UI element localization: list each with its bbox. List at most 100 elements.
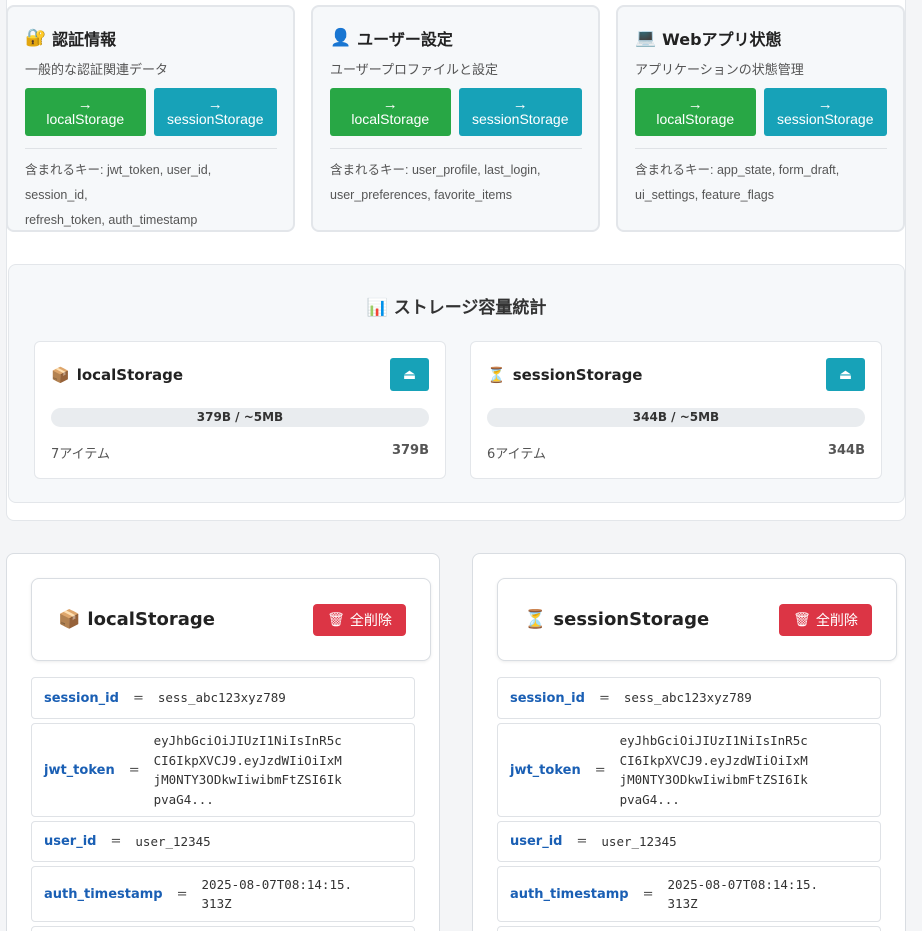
entry-value: eyJhbGciOiJIUzI1NiIsInR5c CI6IkpXVCJ9.ey… — [153, 733, 342, 807]
arrow-right-icon: → — [687, 96, 703, 113]
panel-header: 📦 localStorage 🗑 全削除 — [31, 578, 431, 661]
category-card-user: 👤 ユーザー設定 ユーザープロファイルと設定 → localStorage → … — [311, 5, 600, 232]
arrow-right-icon: → — [382, 96, 398, 113]
keys-line-2: ui_settings, feature_flags — [635, 188, 774, 202]
category-subtitle: アプリケーションの状態管理 — [635, 63, 804, 78]
user-icon: 👤 — [330, 28, 352, 48]
stat-name: ⏳ sessionStorage — [487, 366, 642, 384]
entry-value: user_12345 — [135, 833, 211, 849]
keys-prefix: 含まれるキー: — [330, 163, 412, 177]
storage-entry[interactable] — [31, 926, 415, 931]
storage-entry[interactable]: user_id = user_12345 — [31, 821, 415, 862]
item-count: 7アイテム — [51, 447, 110, 462]
divider — [330, 148, 582, 149]
panel-header: ⏳ sessionStorage 🗑 全削除 — [497, 578, 897, 661]
arrow-right-icon: → — [207, 96, 223, 113]
keys-line-2: user_preferences, favorite_items — [330, 188, 513, 202]
entry-value: sess_abc123xyz789 — [157, 690, 286, 706]
panel-title: ⏳ sessionStorage — [524, 609, 709, 630]
clear-all-label: 全削除 — [815, 613, 858, 629]
category-subtitle: ユーザープロファイルと設定 — [330, 63, 498, 78]
trash-icon: 🗑 — [793, 612, 811, 628]
box-icon: 📦 — [58, 609, 81, 630]
top-section: 🔐 認証情報 一般的な認証関連データ → localStorage → sess… — [6, 0, 906, 521]
stat-name-text: localStorage — [76, 366, 183, 384]
entry-value: user_12345 — [601, 833, 677, 849]
keys-prefix: 含まれるキー: — [635, 163, 717, 177]
storage-entry[interactable]: auth_timestamp = 2025-08-07T08:14:15. 31… — [497, 866, 881, 922]
storage-entry[interactable] — [497, 926, 881, 931]
category-keys: 含まれるキー: user_profile, last_login, user_p… — [330, 158, 582, 208]
move-to-localstorage-button[interactable]: → localStorage — [25, 88, 146, 136]
item-count: 6アイテム — [487, 447, 546, 462]
storage-entry[interactable]: auth_timestamp = 2025-08-07T08:14:15. 31… — [31, 866, 415, 922]
storage-entry[interactable]: user_id = user_12345 — [497, 821, 881, 862]
move-to-sessionstorage-button[interactable]: → sessionStorage — [153, 88, 277, 136]
storage-entry[interactable]: jwt_token = eyJhbGciOiJIUzI1NiIsInR5c CI… — [497, 723, 881, 817]
button-label: localStorage — [351, 111, 430, 127]
arrow-right-icon: → — [817, 96, 833, 113]
entry-equals: = — [176, 886, 188, 902]
category-card-webapp: 💻 Webアプリ状態 アプリケーションの状態管理 → localStorage … — [616, 5, 905, 232]
stat-name-text: sessionStorage — [512, 366, 643, 384]
usage-text: 344B / ~5MB — [632, 410, 720, 424]
panel-title-text: localStorage — [87, 609, 215, 630]
storage-size: 344B — [827, 443, 865, 458]
stat-card-localstorage: 📦 localStorage ⏏ 379B / ~5MB 7アイテム 379B — [34, 341, 446, 479]
entry-key: jwt_token — [510, 762, 581, 778]
hourglass-icon: ⏳ — [487, 366, 506, 384]
storage-entry[interactable]: jwt_token = eyJhbGciOiJIUzI1NiIsInR5c CI… — [31, 723, 415, 817]
category-keys: 含まれるキー: app_state, form_draft, ui_settin… — [635, 158, 887, 208]
entry-key: user_id — [510, 834, 563, 849]
clear-all-button[interactable]: 🗑 全削除 — [313, 604, 406, 636]
button-label: sessionStorage — [471, 111, 569, 127]
clear-all-label: 全削除 — [349, 613, 392, 629]
usage-bar: 379B / ~5MB — [51, 408, 429, 427]
move-to-localstorage-button[interactable]: → localStorage — [635, 88, 756, 136]
move-to-sessionstorage-button[interactable]: → sessionStorage — [458, 88, 582, 136]
storage-size: 379B — [391, 443, 429, 458]
localstorage-panel: 📦 localStorage 🗑 全削除 session_id = sess_a… — [6, 553, 440, 931]
button-label: localStorage — [46, 111, 125, 127]
category-title: 👤 ユーザー設定 — [330, 25, 582, 51]
category-title-text: 認証情報 — [52, 30, 117, 49]
category-title: 💻 Webアプリ状態 — [635, 25, 887, 51]
button-label: sessionStorage — [776, 111, 874, 127]
panel-title-text: sessionStorage — [553, 609, 710, 630]
category-title: 🔐 認証情報 — [25, 25, 277, 51]
eject-icon: ⏏ — [838, 366, 853, 383]
entry-key: auth_timestamp — [510, 886, 629, 902]
stat-card-sessionstorage: ⏳ sessionStorage ⏏ 344B / ~5MB 6アイテム 344… — [470, 341, 882, 479]
entry-equals: = — [642, 886, 654, 902]
clear-all-button[interactable]: 🗑 全削除 — [779, 604, 872, 636]
arrow-right-icon: → — [512, 96, 528, 113]
entry-equals: = — [576, 834, 588, 849]
divider — [25, 148, 277, 149]
hourglass-icon: ⏳ — [524, 609, 547, 630]
export-button[interactable]: ⏏ — [826, 358, 865, 391]
move-to-sessionstorage-button[interactable]: → sessionStorage — [763, 88, 887, 136]
lock-icon: 🔐 — [25, 28, 47, 48]
entry-value: eyJhbGciOiJIUzI1NiIsInR5c CI6IkpXVCJ9.ey… — [619, 733, 808, 807]
export-button[interactable]: ⏏ — [390, 358, 429, 391]
storage-entry[interactable]: session_id = sess_abc123xyz789 — [497, 677, 881, 719]
sessionstorage-panel: ⏳ sessionStorage 🗑 全削除 session_id = sess… — [472, 553, 906, 931]
panel-title: 📦 localStorage — [58, 609, 215, 630]
entry-equals: = — [598, 690, 610, 706]
usage-bar: 344B / ~5MB — [487, 408, 865, 427]
stats-title: 📊 ストレージ容量統計 — [366, 298, 547, 318]
entry-value: 2025-08-07T08:14:15. 313Z — [201, 876, 353, 912]
box-icon: 📦 — [51, 366, 70, 384]
move-to-localstorage-button[interactable]: → localStorage — [330, 88, 451, 136]
entry-equals: = — [110, 834, 122, 849]
usage-text: 379B / ~5MB — [196, 410, 284, 424]
category-title-text: Webアプリ状態 — [662, 30, 782, 49]
entry-equals: = — [128, 762, 140, 778]
category-subtitle: 一般的な認証関連データ — [25, 63, 169, 78]
keys-line-1: app_state, form_draft, — [716, 163, 840, 177]
category-keys: 含まれるキー: jwt_token, user_id, session_id, … — [25, 158, 277, 233]
entry-key: auth_timestamp — [44, 886, 163, 902]
storage-entry[interactable]: session_id = sess_abc123xyz789 — [31, 677, 415, 719]
category-card-auth: 🔐 認証情報 一般的な認証関連データ → localStorage → sess… — [6, 5, 295, 232]
laptop-icon: 💻 — [635, 28, 657, 48]
